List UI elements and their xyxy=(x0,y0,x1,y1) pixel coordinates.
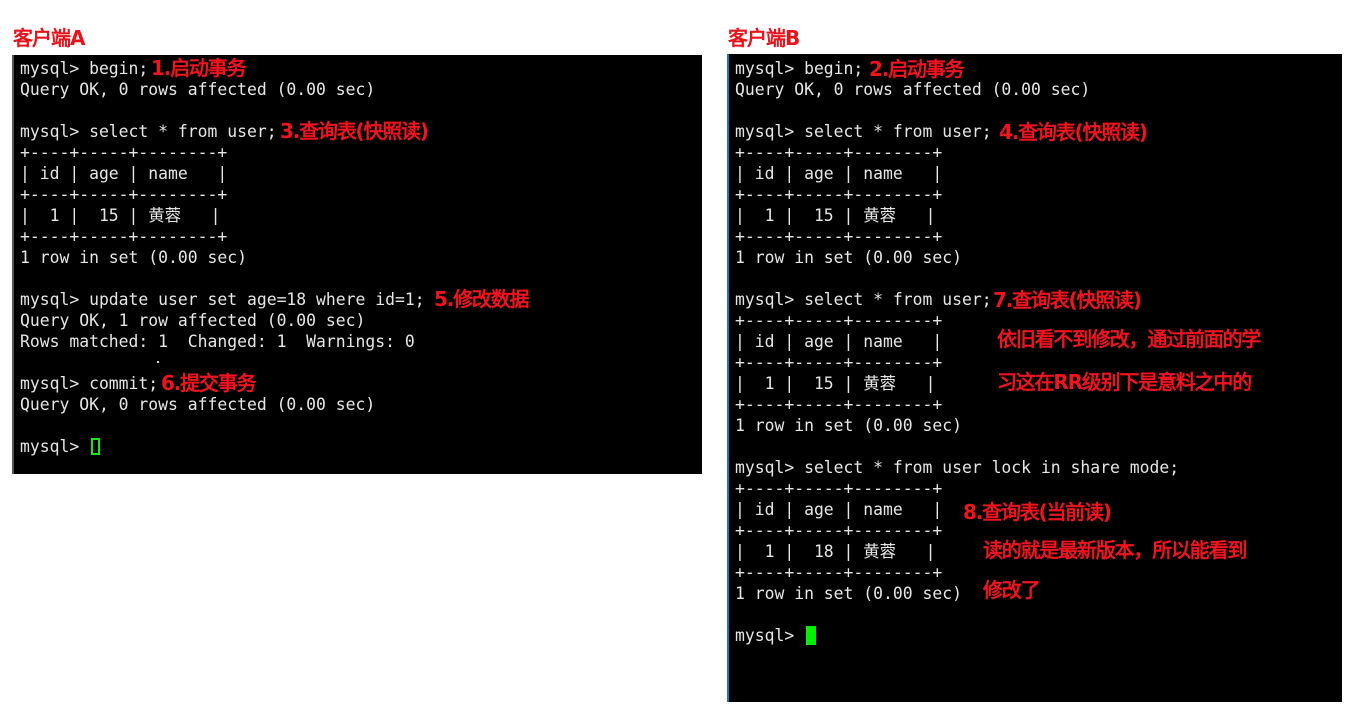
result-table-header: | id | age | name | xyxy=(735,500,943,519)
terminal-line: 1 row in set (0.00 sec) xyxy=(20,248,247,267)
result-table-row: | 1 | 18 | 黄蓉 | xyxy=(735,542,936,561)
terminal-line: Rows matched: 1 Changed: 1 Warnings: 0 xyxy=(20,332,415,351)
result-table-border: +----+-----+--------+ xyxy=(20,185,228,204)
terminal-line: 1 row in set (0.00 sec) xyxy=(735,416,962,435)
annotation-step-7-explain-2: 习这在RR级别下是意料之中的 xyxy=(997,370,1252,394)
result-table-border: +----+-----+--------+ xyxy=(20,227,228,246)
annotation-step-8-explain-1: 读的就是最新版本，所以能看到 xyxy=(983,538,1247,562)
terminal-client-a[interactable]: mysql> begin; Query OK, 0 rows affected … xyxy=(12,55,702,474)
result-table-border: +----+-----+--------+ xyxy=(735,353,943,372)
terminal-line: 1 row in set (0.00 sec) xyxy=(735,584,962,603)
annotation-step-1: 1.启动事务 xyxy=(151,56,247,80)
result-table-header: | id | age | name | xyxy=(735,332,943,351)
terminal-line: Query OK, 1 row affected (0.00 sec) xyxy=(20,311,366,330)
result-table-border: +----+-----+--------+ xyxy=(735,395,943,414)
terminal-line: mysql> begin; xyxy=(735,59,864,78)
result-table-border: +----+-----+--------+ xyxy=(735,479,943,498)
result-table-border: +----+-----+--------+ xyxy=(20,143,228,162)
terminal-line: mysql> select * from user; xyxy=(20,122,277,141)
result-table-header: | id | age | name | xyxy=(20,164,228,183)
terminal-line: mysql> select * from user; xyxy=(735,122,992,141)
result-table-row: | 1 | 15 | 黄蓉 | xyxy=(20,206,221,225)
terminal-line: mysql> select * from user; xyxy=(735,290,992,309)
annotation-step-4: 4.查询表(快照读) xyxy=(999,120,1148,144)
terminal-line: mysql> begin; xyxy=(20,59,149,78)
result-table-row: | 1 | 15 | 黄蓉 | xyxy=(735,374,936,393)
annotation-step-5: 5.修改数据 xyxy=(434,287,530,311)
terminal-cursor xyxy=(91,438,100,455)
annotation-step-3: 3.查询表(快照读) xyxy=(280,119,429,143)
terminal-prompt: mysql> xyxy=(20,437,90,456)
terminal-line: Query OK, 0 rows affected (0.00 sec) xyxy=(20,80,376,99)
result-table-header: | id | age | name | xyxy=(735,164,943,183)
result-table-border: +----+-----+--------+ xyxy=(735,227,943,246)
terminal-prompt: mysql> xyxy=(735,626,805,645)
annotation-step-8-explain-2: 修改了 xyxy=(983,578,1041,602)
annotation-step-6: 6.提交事务 xyxy=(161,371,257,395)
result-table-border: +----+-----+--------+ xyxy=(735,563,943,582)
annotation-step-2: 2.启动事务 xyxy=(869,57,965,81)
result-table-border: +----+-----+--------+ xyxy=(735,521,943,540)
terminal-line: Query OK, 0 rows affected (0.00 sec) xyxy=(735,80,1091,99)
result-table-border: +----+-----+--------+ xyxy=(735,185,943,204)
terminal-client-b[interactable]: mysql> begin; Query OK, 0 rows affected … xyxy=(727,54,1342,702)
annotation-step-8: 8.查询表(当前读) xyxy=(963,500,1112,524)
client-b-label: 客户端B xyxy=(728,26,800,50)
result-table-border: +----+-----+--------+ xyxy=(735,143,943,162)
terminal-line: Query OK, 0 rows affected (0.00 sec) xyxy=(20,395,376,414)
terminal-line: mysql> commit; xyxy=(20,374,159,393)
annotation-step-7: 7.查询表(快照读) xyxy=(993,288,1142,312)
result-table-row: | 1 | 15 | 黄蓉 | xyxy=(735,206,936,225)
terminal-line: mysql> update user set age=18 where id=1… xyxy=(20,290,425,309)
client-a-label: 客户端A xyxy=(13,26,85,50)
annotation-step-7-explain-1: 依旧看不到修改，通过前面的学 xyxy=(997,327,1261,351)
terminal-cursor xyxy=(806,626,816,645)
terminal-line: 1 row in set (0.00 sec) xyxy=(735,248,962,267)
stray-pixel xyxy=(157,361,159,363)
terminal-line: mysql> select * from user lock in share … xyxy=(735,458,1180,477)
result-table-border: +----+-----+--------+ xyxy=(735,311,943,330)
